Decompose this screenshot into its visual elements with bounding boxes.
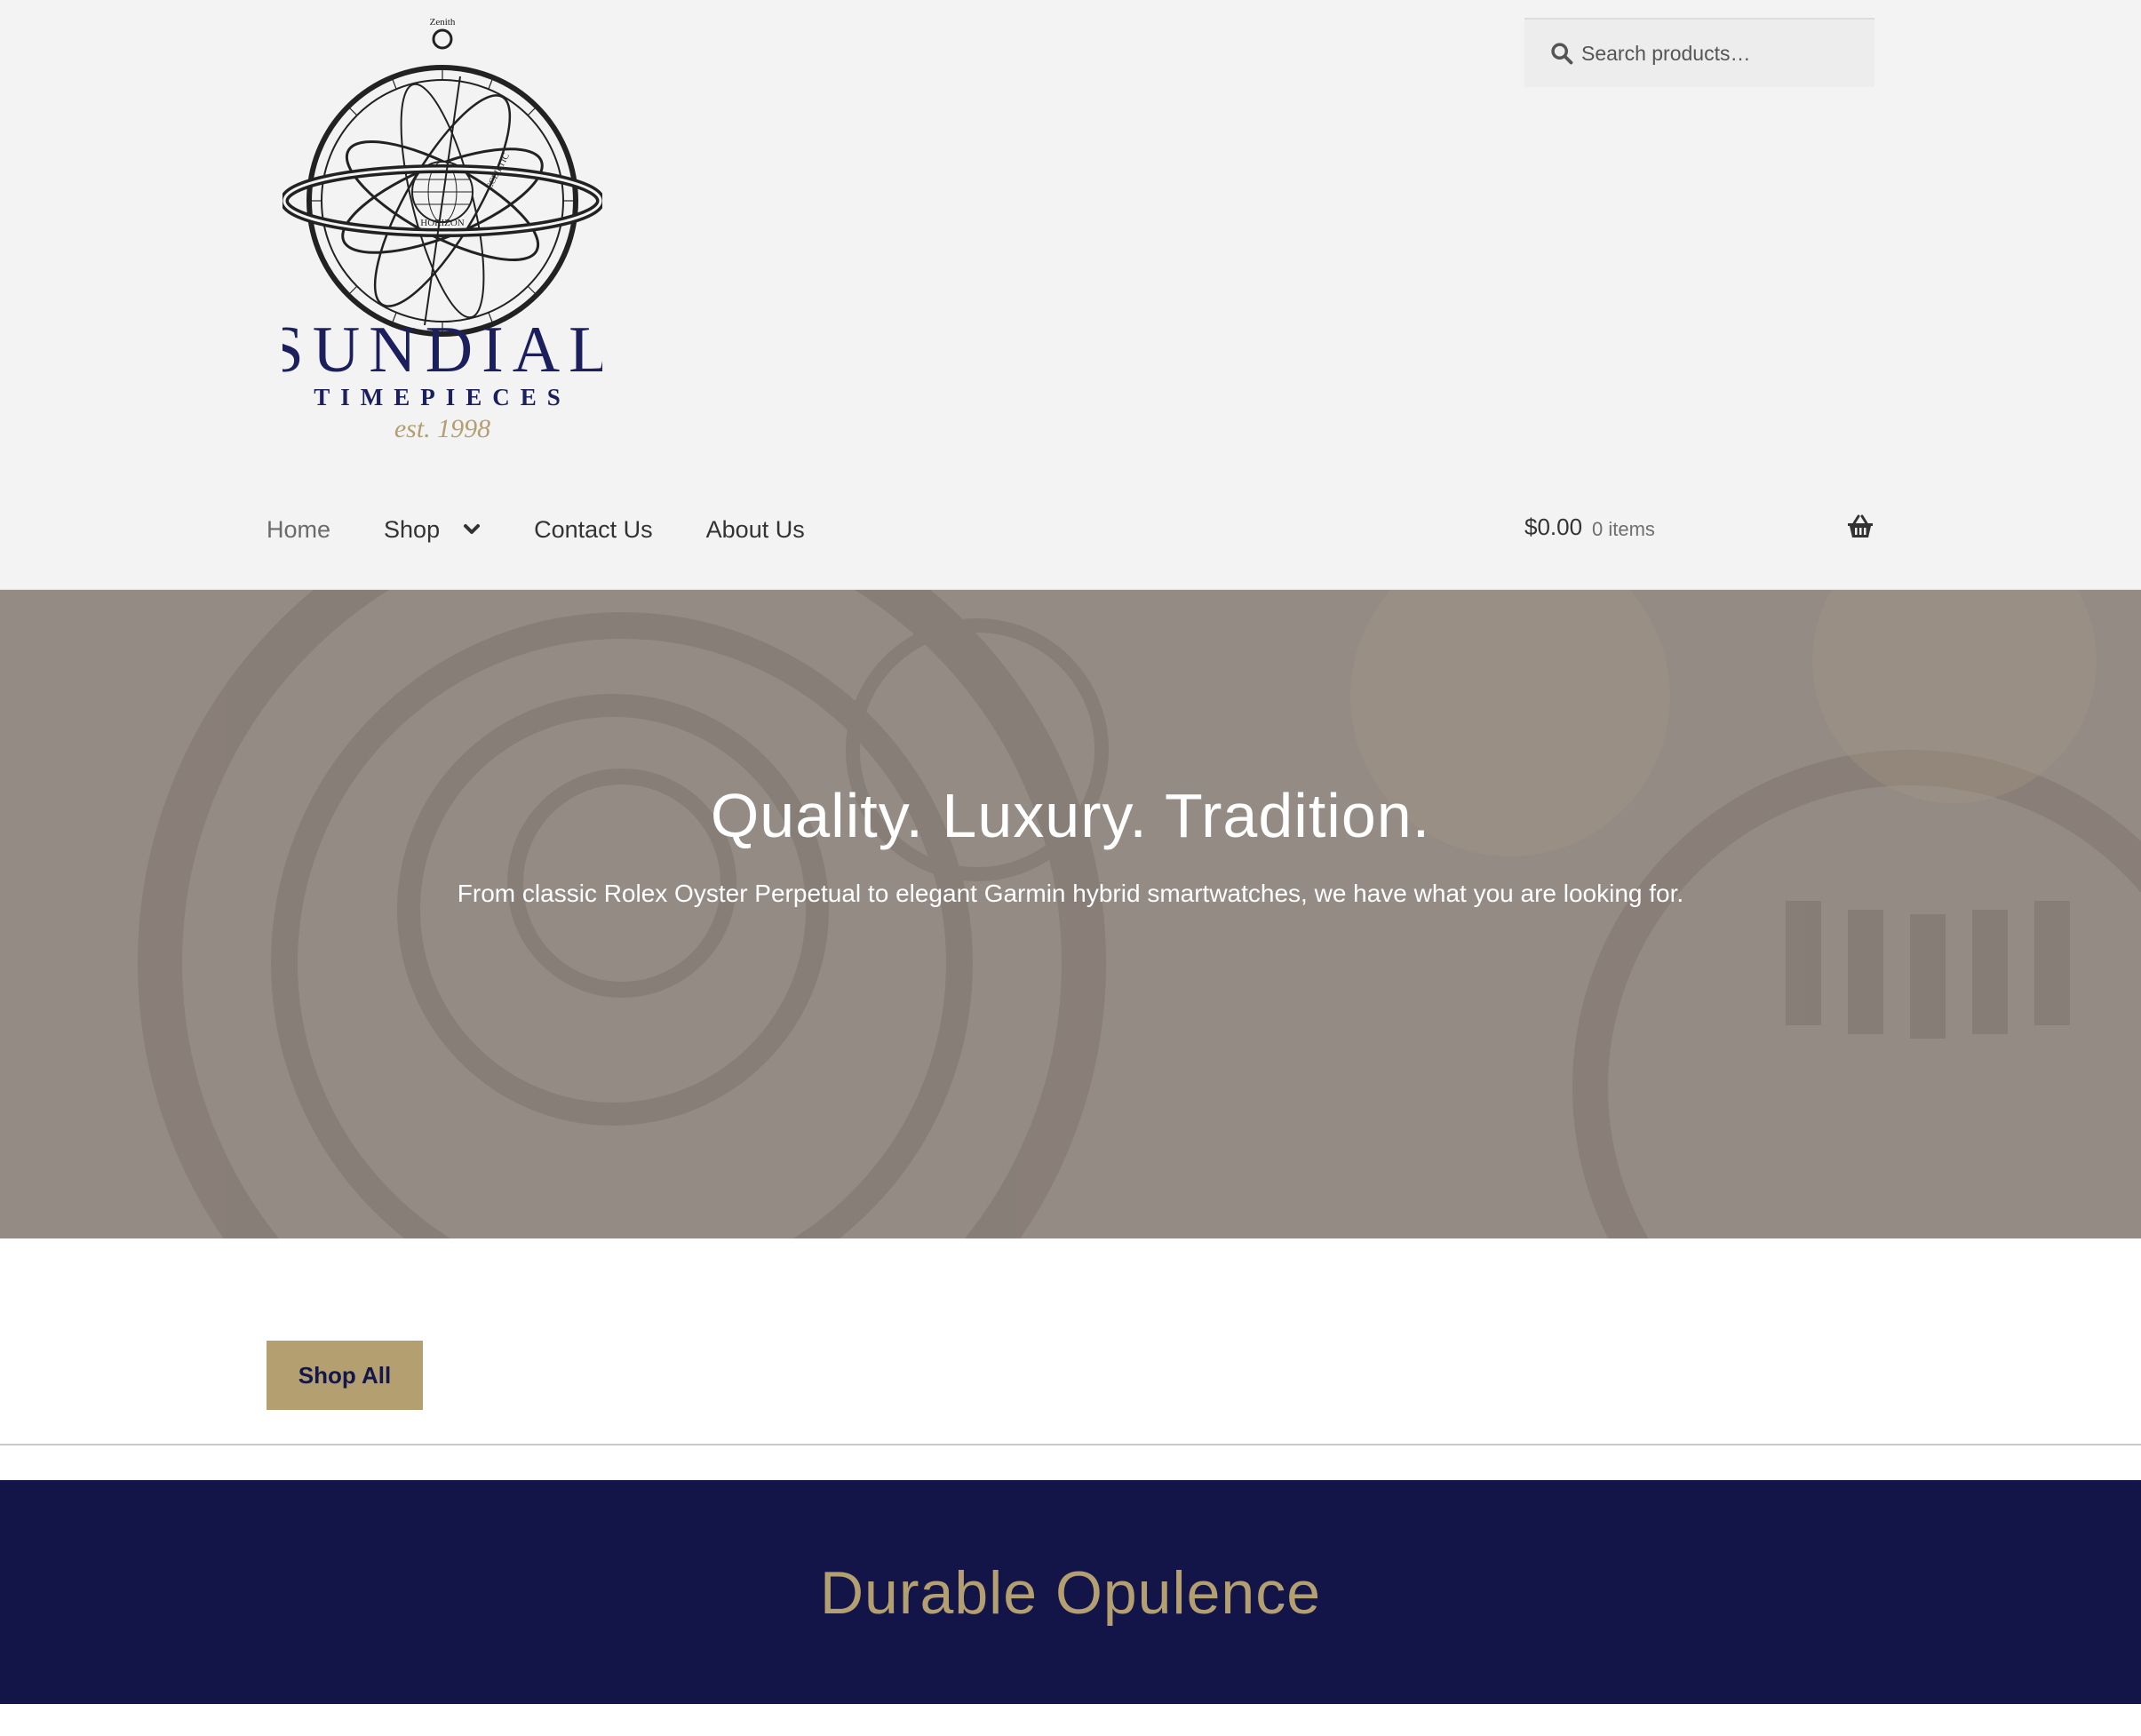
product-search [1524, 18, 1874, 87]
durable-opulence-band: Durable Opulence [0, 1480, 2141, 1704]
search-icon [1551, 43, 1573, 65]
cart-link[interactable]: $0.00 0 items [1524, 512, 1874, 547]
svg-text:est. 1998: est. 1998 [394, 414, 490, 441]
nav-contact-us[interactable]: Contact Us [534, 516, 653, 544]
hero-background-image [0, 590, 2141, 1238]
nav-home[interactable]: Home [267, 516, 330, 544]
section-divider [0, 1444, 2141, 1445]
nav-shop-label: Shop [384, 515, 441, 543]
hero-subtitle: From classic Rolex Oyster Perpetual to e… [457, 880, 1684, 907]
cart-total: $0.00 [1524, 514, 1583, 540]
nav-shop[interactable]: Shop [384, 516, 481, 544]
svg-text:Zenith: Zenith [430, 17, 456, 28]
cart-item-count: 0 items [1592, 518, 1655, 540]
nav-about-label: About Us [705, 515, 805, 543]
chevron-down-icon[interactable] [463, 523, 481, 536]
svg-text:TIMEPIECES: TIMEPIECES [314, 384, 571, 410]
nav-contact-label: Contact Us [534, 515, 653, 543]
basket-icon[interactable] [1846, 514, 1874, 540]
primary-navigation: Home Shop Contact Us About Us [267, 505, 858, 554]
site-logo[interactable]: Zenith HORIZON ECLIPTIC SUNDIAL TIMEPIEC… [283, 14, 602, 441]
svg-text:SUNDIAL: SUNDIAL [283, 314, 602, 386]
hero-title: Quality. Luxury. Tradition. [710, 781, 1431, 850]
band-title: Durable Opulence [819, 1559, 1322, 1627]
search-input[interactable] [1580, 20, 1867, 87]
svg-text:HORIZON: HORIZON [420, 218, 465, 228]
armillary-sphere-logo: Zenith HORIZON ECLIPTIC SUNDIAL TIMEPIEC… [283, 17, 602, 441]
nav-home-label: Home [267, 515, 331, 543]
site-header: Zenith HORIZON ECLIPTIC SUNDIAL TIMEPIEC… [0, 0, 2141, 590]
nav-about-us[interactable]: About Us [706, 516, 805, 544]
shop-all-button[interactable]: Shop All [267, 1341, 423, 1410]
hero-banner: Quality. Luxury. Tradition. From classic… [0, 590, 2141, 1238]
